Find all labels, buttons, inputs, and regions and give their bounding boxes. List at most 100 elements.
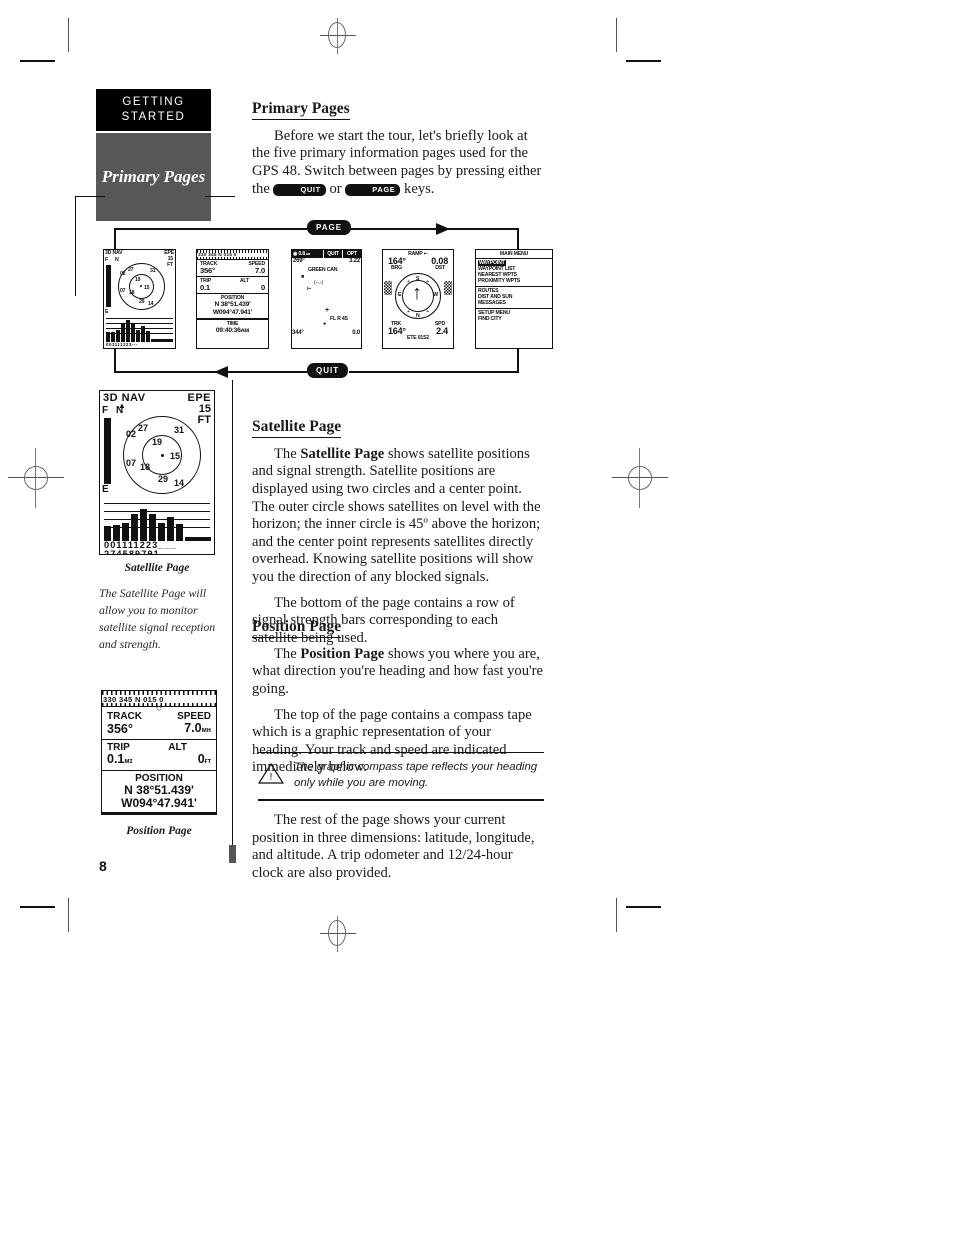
map-label-dash: (--.-) bbox=[314, 280, 323, 286]
heading-position-page: Position Page bbox=[252, 618, 342, 638]
intro-text-c: keys. bbox=[400, 180, 435, 197]
crop-mark-bottom-left-horizontal bbox=[20, 906, 55, 908]
mini-sat-signal-bars bbox=[106, 316, 173, 342]
crop-mark-bottom-right-vertical bbox=[616, 898, 617, 932]
crop-mark-top-left-vertical bbox=[68, 18, 69, 52]
sat-bar-14 bbox=[122, 523, 129, 541]
hwy-direction-arrow-icon: ↑ bbox=[412, 282, 422, 304]
sat-id-27: 27 bbox=[138, 423, 149, 433]
map-buoy-icon: ■ bbox=[301, 274, 304, 280]
page-number: 8 bbox=[99, 858, 107, 874]
chapter-tab-header: GETTING STARTED bbox=[96, 89, 211, 131]
mini-sat-full-label: F bbox=[105, 257, 108, 263]
flow-arrow-left bbox=[214, 366, 228, 378]
flow-arrow-right bbox=[436, 223, 450, 235]
warning-triangle-icon: ! bbox=[257, 762, 285, 785]
sat-bar-27b bbox=[158, 523, 165, 541]
pos-track-value: 356° bbox=[107, 722, 133, 736]
heading-satellite-page: Satellite Page bbox=[252, 418, 342, 438]
sat-bar-29 bbox=[167, 517, 174, 541]
map-zoom-value: 0.8 bbox=[298, 251, 305, 257]
hwy-ring-w: W bbox=[433, 292, 438, 298]
menu-item-messages[interactable]: MESSAGES bbox=[478, 300, 550, 306]
flow-screen-satellite[interactable]: 3D NAV EPE F E 15 FT N 02 27 31 19 15 07… bbox=[103, 249, 176, 349]
hwy-waypoint-icon: ⇠ bbox=[423, 251, 428, 257]
chapter-tab-line1: GETTING bbox=[122, 96, 185, 108]
sat-battery-empty-label: E bbox=[102, 484, 109, 495]
page-key-button[interactable]: PAGE bbox=[307, 220, 352, 235]
tab-rule-vertical bbox=[75, 196, 76, 296]
flow-screen-highway[interactable]: RAMP ⇠ 164° 0.08 BRG DST S N E W ↑ + + +… bbox=[382, 249, 454, 349]
page-key-inline[interactable]: PAGE bbox=[345, 183, 401, 196]
flow-top-drop-right bbox=[517, 228, 520, 250]
mini-pos-lon: W094°47.941' bbox=[212, 309, 253, 317]
registration-mark-left bbox=[8, 448, 64, 508]
sat-id-02: 02 bbox=[126, 429, 137, 439]
chapter-tab-title: Primary Pages bbox=[101, 167, 206, 186]
pos-p1-lead: The bbox=[274, 645, 301, 662]
hwy-spd-value: 2.4 bbox=[436, 326, 448, 336]
sat-id-31: 31 bbox=[174, 425, 185, 435]
map-softkey-opt[interactable]: OPT bbox=[342, 250, 361, 258]
crop-mark-bottom-left-vertical bbox=[68, 898, 69, 932]
tab-rule-right bbox=[205, 196, 235, 197]
mini-sat-id-15: 15 bbox=[144, 285, 150, 291]
hwy-brg-value: 164° bbox=[388, 256, 406, 266]
hwy-ring-e: E bbox=[398, 292, 402, 298]
sat-center-point bbox=[161, 454, 164, 457]
paragraph-position-1: The Position Page shows you where you ar… bbox=[252, 646, 544, 699]
column-divider-end-cap bbox=[229, 845, 236, 863]
flow-top-line-left bbox=[114, 228, 307, 231]
flow-top-drop-left bbox=[114, 228, 117, 250]
pos-alt-value: 0ғᴛ bbox=[197, 752, 211, 767]
note-rule-bottom bbox=[258, 799, 544, 801]
registration-mark-bottom bbox=[320, 916, 356, 952]
hwy-trk-value: 164° bbox=[388, 326, 406, 336]
mini-pos-alt-value: 0 bbox=[260, 283, 265, 293]
heading-primary-pages: Primary Pages bbox=[252, 100, 350, 120]
intro-column: Primary Pages Before we start the tour, … bbox=[252, 100, 544, 206]
hwy-ring-n: N bbox=[416, 313, 420, 319]
map-light-icon: ● bbox=[323, 321, 326, 327]
mini-sat-empty-label: E bbox=[105, 309, 109, 315]
mini-pos-speed-value: 7.0 bbox=[255, 266, 265, 275]
warning-note: ! The graphic compass tape reflects your… bbox=[257, 752, 544, 801]
sat-bar-empty bbox=[185, 537, 211, 541]
mini-sat-id-29: 29 bbox=[139, 299, 145, 305]
quit-key-button[interactable]: QUIT bbox=[307, 363, 349, 378]
flow-bottom-line-left bbox=[114, 371, 307, 374]
flow-bottom-rise-right bbox=[517, 349, 520, 373]
quit-key-inline[interactable]: QUIT bbox=[273, 183, 326, 196]
map-zoom-icon: ◉ bbox=[293, 251, 298, 257]
flow-screen-position[interactable]: 330 345 N 015 0 TRACK SPEED 356° 7.0 TRI… bbox=[196, 249, 269, 349]
sat-bar-18 bbox=[140, 509, 147, 541]
pos-track-label: TRACK bbox=[107, 711, 142, 722]
map-position-marker-icon: + bbox=[325, 307, 329, 314]
sat-bar-19 bbox=[149, 514, 156, 541]
mini-sat-north-label: N bbox=[115, 257, 119, 263]
flow-top-line-right bbox=[349, 228, 519, 231]
sat-id-row-bottom: 274589791___ bbox=[104, 549, 179, 555]
pos-p1-bold: Position Page bbox=[300, 645, 385, 662]
figure-position-page[interactable]: 330 345 N 015 0 ◇ TRACK SPEED 356° 7.0ᴍʜ… bbox=[101, 690, 217, 815]
flow-screen-map[interactable]: ◉ 0.8 ᴍɪ QUIT OPT 269° 3.22 GREEN CAN ■ … bbox=[291, 249, 362, 349]
map-label-light: FL R 4S bbox=[330, 316, 348, 322]
flow-bottom-line-right bbox=[349, 371, 519, 374]
sat-id-15: 15 bbox=[170, 451, 181, 461]
intro-text-b: or bbox=[325, 180, 346, 197]
sat-epe-units: FT bbox=[197, 414, 211, 426]
flow-screen-main-menu[interactable]: MAIN MENU WAYPOINT WAYPOINT LIST NEAREST… bbox=[475, 249, 553, 349]
menu-item-find-city[interactable]: FIND CITY bbox=[478, 316, 550, 322]
caption-satellite-page: Satellite Page bbox=[124, 562, 190, 574]
mini-pos-trip-value: 0.1 bbox=[200, 283, 210, 293]
registration-mark-right bbox=[612, 448, 668, 508]
paragraph-satellite-1: The Satellite Page shows satellite posit… bbox=[252, 446, 544, 587]
map-softkey-quit[interactable]: QUIT bbox=[323, 250, 342, 258]
menu-item-proximity-wpts[interactable]: PROXIMITY WPTS bbox=[478, 278, 550, 284]
figure-satellite-page[interactable]: 3D NAV EPE F E 15 FT N ▲ 02 27 31 19 15 … bbox=[99, 390, 215, 555]
mini-sat-id-02: 02 bbox=[120, 271, 126, 277]
mini-pos-tape: 330 345 N 015 0 bbox=[198, 252, 237, 258]
sat-signal-bar-chart bbox=[104, 501, 211, 541]
sat-bar-31 bbox=[176, 524, 183, 541]
mini-sat-id-07: 07 bbox=[120, 288, 126, 294]
